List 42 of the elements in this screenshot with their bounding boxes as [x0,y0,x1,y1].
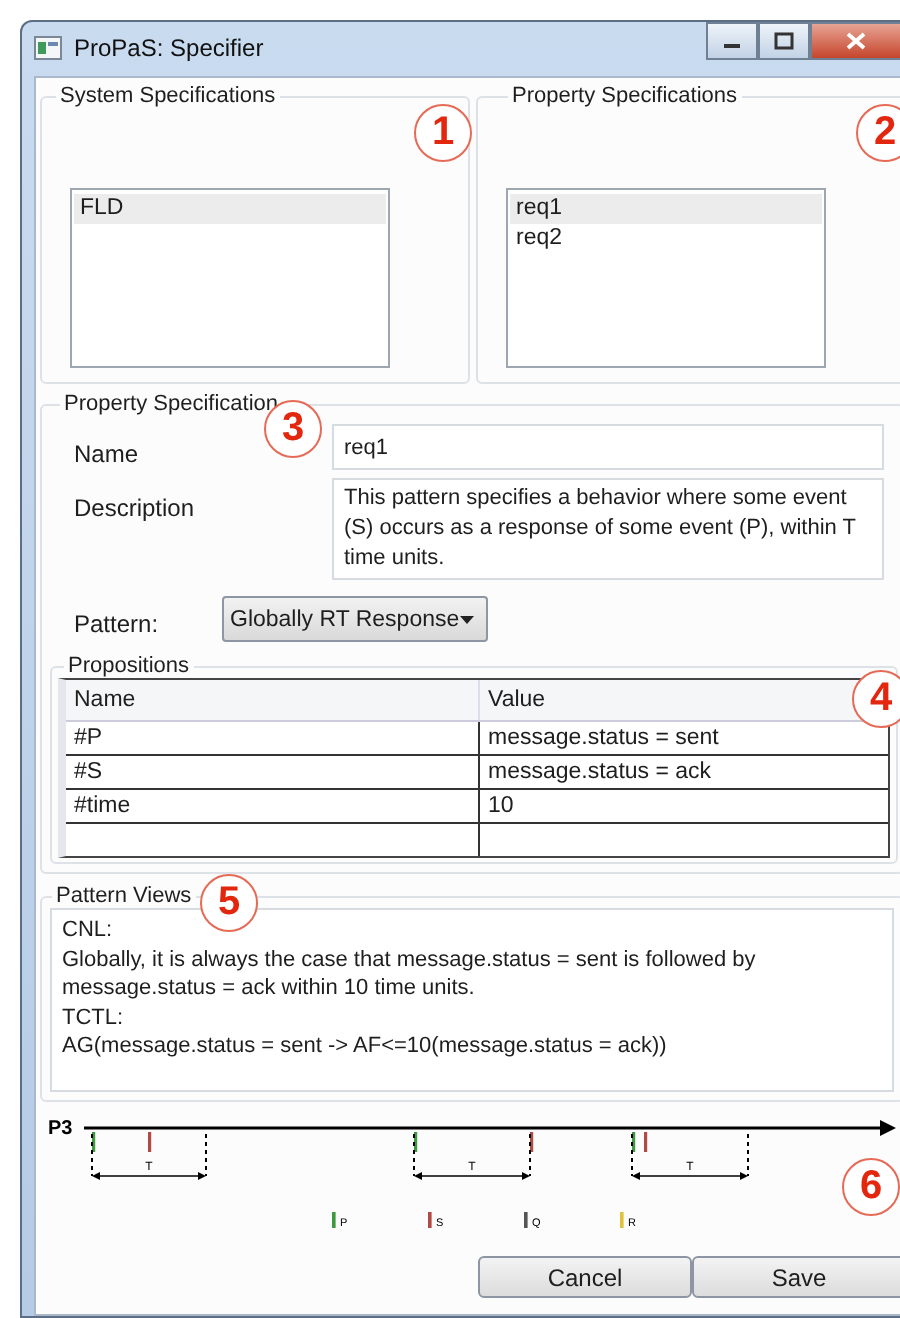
list-item[interactable]: req1 [510,194,823,224]
list-box[interactable]: FLD [70,188,390,368]
text-line: TCTL: [62,1003,126,1032]
name-field[interactable]: req1 [332,424,884,470]
group-title: System Specifications [58,84,278,108]
close-icon [846,32,866,50]
text-line: CNL: [62,916,115,945]
table-cell[interactable]: #time [66,790,480,822]
table-cell[interactable]: #P [66,722,480,754]
field-label: Pattern: [72,607,161,637]
field-label: Name [74,438,139,468]
minimize-button[interactable] [706,22,758,60]
close-button[interactable] [810,22,900,60]
table-cell[interactable]: #S [66,756,480,788]
table-cell[interactable]: message.status = sent [480,722,727,754]
column-header[interactable]: Value [480,684,554,716]
list-box[interactable]: req1 req2 [506,188,827,368]
window-title: ProPaS: Specifier [74,34,264,62]
interval-arrow [631,1133,749,1180]
dialog-button[interactable]: Save [692,1256,900,1298]
text-line: AG(message.status = sent -> AF<=10(message.status = ack)) [62,1032,669,1061]
group-title: Property Specification [62,392,280,416]
text-line: Globally, it is always the case that message.status = sent is followed by message.status = ack within 10 time units. [62,945,758,1003]
interval-arrow [413,1133,531,1180]
description-field[interactable]: This pattern specifies a behavior where some event (S) occurs as a response of some event (P), within T time units. [332,478,884,580]
table-cell[interactable]: 10 [480,790,522,822]
column-header[interactable]: Name [66,680,480,720]
maximize-button[interactable] [758,22,810,60]
list-item[interactable]: req2 [510,224,823,254]
dropdown-arrow-icon [460,615,474,623]
interval-arrow [91,1133,207,1180]
list-item[interactable]: FLD [74,194,386,224]
field-label: Description [74,492,195,522]
pattern-dropdown[interactable]: Globally RT Response [222,596,488,642]
group-title: Propositions [66,654,192,678]
maximize-icon [774,32,794,50]
table-cell[interactable]: message.status = ack [480,756,720,788]
timeline-label: P3 [48,1118,73,1140]
app-icon [34,36,62,60]
group-title: Property Specifications [510,84,740,108]
dialog-button[interactable]: Cancel [478,1256,692,1298]
group-title: Pattern Views [54,884,194,908]
